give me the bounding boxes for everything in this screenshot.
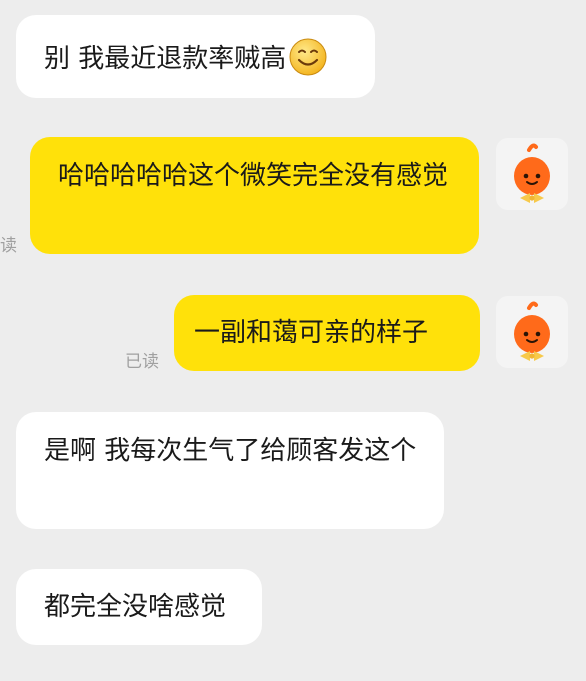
read-status: 已读: [125, 352, 159, 372]
chat-thread: 别 我最近退款率贼高 读 哈哈哈哈哈这个微笑完全没有感觉 已读 一副和蔼可亲的样…: [0, 0, 586, 681]
user-avatar[interactable]: [496, 138, 568, 210]
message-text: 是啊 我每次生气了给顾客发这个: [44, 436, 417, 466]
incoming-message-bubble[interactable]: 是啊 我每次生气了给顾客发这个: [16, 412, 444, 529]
orange-mascot-avatar-icon: [514, 143, 550, 203]
incoming-message-bubble[interactable]: 别 我最近退款率贼高: [16, 15, 375, 98]
orange-mascot-avatar-icon: [514, 301, 550, 361]
message-text: 一副和蔼可亲的样子: [194, 318, 429, 348]
message-text: 哈哈哈哈哈这个微笑完全没有感觉: [58, 161, 449, 191]
read-status: 读: [0, 236, 17, 256]
outgoing-message-bubble[interactable]: 一副和蔼可亲的样子: [174, 295, 480, 371]
message-text: 都完全没啥感觉: [44, 592, 227, 622]
incoming-message-bubble[interactable]: 都完全没啥感觉: [16, 569, 262, 645]
smiling-face-emoji-icon: [288, 37, 328, 77]
user-avatar[interactable]: [496, 296, 568, 368]
outgoing-message-bubble[interactable]: 哈哈哈哈哈这个微笑完全没有感觉: [30, 137, 479, 254]
message-text: 别 我最近退款率贼高: [44, 44, 287, 74]
